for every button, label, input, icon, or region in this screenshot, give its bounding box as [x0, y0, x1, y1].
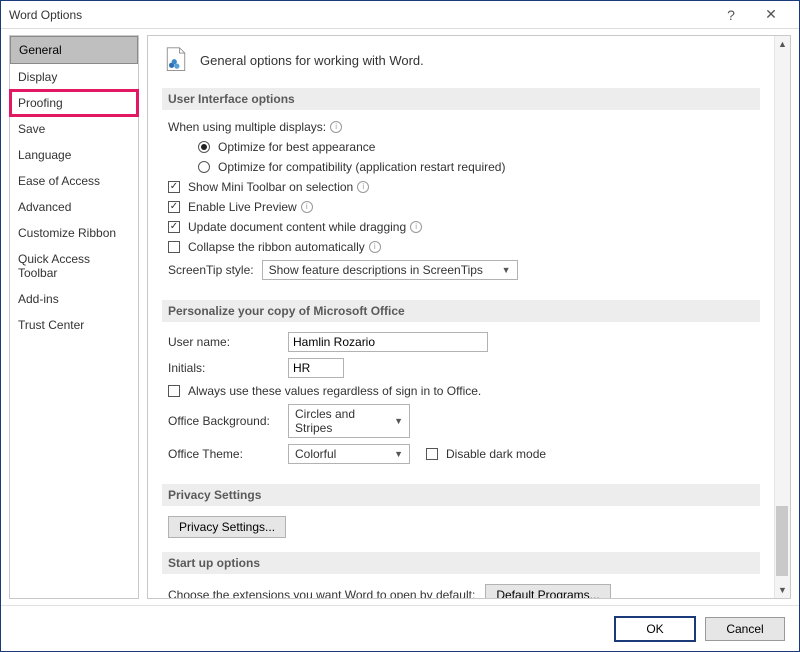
multi-displays-label: When using multiple displays: [168, 120, 326, 134]
sidebar-item-save[interactable]: Save [10, 116, 138, 142]
privacy-settings-button[interactable]: Privacy Settings... [168, 516, 286, 538]
office-bg-value: Circles and Stripes [295, 407, 388, 435]
section-title-personalize: Personalize your copy of Microsoft Offic… [162, 300, 760, 322]
info-icon[interactable]: i [330, 121, 342, 133]
info-icon[interactable]: i [369, 241, 381, 253]
scroll-down-icon[interactable]: ▼ [775, 582, 790, 598]
radio-best-label: Optimize for best appearance [218, 140, 375, 154]
close-button[interactable]: ✕ [751, 1, 791, 29]
chk-always-use-label: Always use these values regardless of si… [188, 384, 481, 398]
sidebar-item-ease-of-access[interactable]: Ease of Access [10, 168, 138, 194]
ok-button[interactable]: OK [615, 617, 695, 641]
chevron-down-icon: ▼ [394, 416, 403, 426]
radio-best-appearance[interactable] [198, 141, 210, 153]
initials-input[interactable] [288, 358, 344, 378]
username-input[interactable] [288, 332, 488, 352]
vertical-scrollbar[interactable]: ▲ ▼ [774, 36, 790, 598]
radio-compatibility[interactable] [198, 161, 210, 173]
chk-collapse-ribbon-label: Collapse the ribbon automatically [188, 240, 365, 254]
chk-live-preview[interactable] [168, 201, 180, 213]
chk-live-preview-label: Enable Live Preview [188, 200, 297, 214]
chevron-down-icon: ▼ [394, 449, 403, 459]
cancel-button[interactable]: Cancel [705, 617, 785, 641]
chk-disable-dark-label: Disable dark mode [446, 447, 546, 461]
word-options-dialog: Word Options ? ✕ General Display Proofin… [0, 0, 800, 652]
radio-compat-label: Optimize for compatibility (application … [218, 160, 505, 174]
section-title-privacy: Privacy Settings [162, 484, 760, 506]
general-options-icon [162, 46, 190, 74]
chk-update-dragging[interactable] [168, 221, 180, 233]
titlebar: Word Options ? ✕ [1, 1, 799, 29]
info-icon[interactable]: i [357, 181, 369, 193]
chk-collapse-ribbon[interactable] [168, 241, 180, 253]
office-bg-label: Office Background: [168, 414, 278, 428]
sidebar-item-add-ins[interactable]: Add-ins [10, 286, 138, 312]
chk-disable-dark[interactable] [426, 448, 438, 460]
office-theme-select[interactable]: Colorful ▼ [288, 444, 410, 464]
info-icon[interactable]: i [301, 201, 313, 213]
dialog-footer: OK Cancel [1, 605, 799, 651]
info-icon[interactable]: i [410, 221, 422, 233]
default-programs-button[interactable]: Default Programs... [485, 584, 610, 598]
screentip-select[interactable]: Show feature descriptions in ScreenTips … [262, 260, 518, 280]
choose-ext-label: Choose the extensions you want Word to o… [168, 588, 475, 598]
sidebar-item-proofing[interactable]: Proofing [10, 90, 138, 116]
window-title: Word Options [9, 8, 711, 22]
sidebar-item-customize-ribbon[interactable]: Customize Ribbon [10, 220, 138, 246]
sidebar-item-quick-access[interactable]: Quick Access Toolbar [10, 246, 138, 286]
category-sidebar: General Display Proofing Save Language E… [9, 35, 139, 599]
scrollbar-thumb[interactable] [776, 506, 788, 576]
options-content: General options for working with Word. U… [148, 36, 774, 598]
username-label: User name: [168, 335, 278, 349]
chevron-down-icon: ▼ [502, 265, 511, 275]
office-theme-label: Office Theme: [168, 447, 278, 461]
office-bg-select[interactable]: Circles and Stripes ▼ [288, 404, 410, 438]
initials-label: Initials: [168, 361, 278, 375]
sidebar-item-advanced[interactable]: Advanced [10, 194, 138, 220]
office-theme-value: Colorful [295, 447, 336, 461]
section-title-ui: User Interface options [162, 88, 760, 110]
chk-mini-toolbar[interactable] [168, 181, 180, 193]
chk-update-dragging-label: Update document content while dragging [188, 220, 406, 234]
section-title-startup: Start up options [162, 552, 760, 574]
sidebar-item-trust-center[interactable]: Trust Center [10, 312, 138, 338]
scroll-up-icon[interactable]: ▲ [775, 36, 790, 52]
sidebar-item-general[interactable]: General [10, 36, 138, 64]
chk-always-use[interactable] [168, 385, 180, 397]
sidebar-item-language[interactable]: Language [10, 142, 138, 168]
sidebar-item-display[interactable]: Display [10, 64, 138, 90]
page-header-text: General options for working with Word. [200, 53, 424, 68]
screentip-value: Show feature descriptions in ScreenTips [269, 263, 483, 277]
chk-mini-toolbar-label: Show Mini Toolbar on selection [188, 180, 353, 194]
screentip-label: ScreenTip style: [168, 263, 254, 277]
help-button[interactable]: ? [711, 1, 751, 29]
